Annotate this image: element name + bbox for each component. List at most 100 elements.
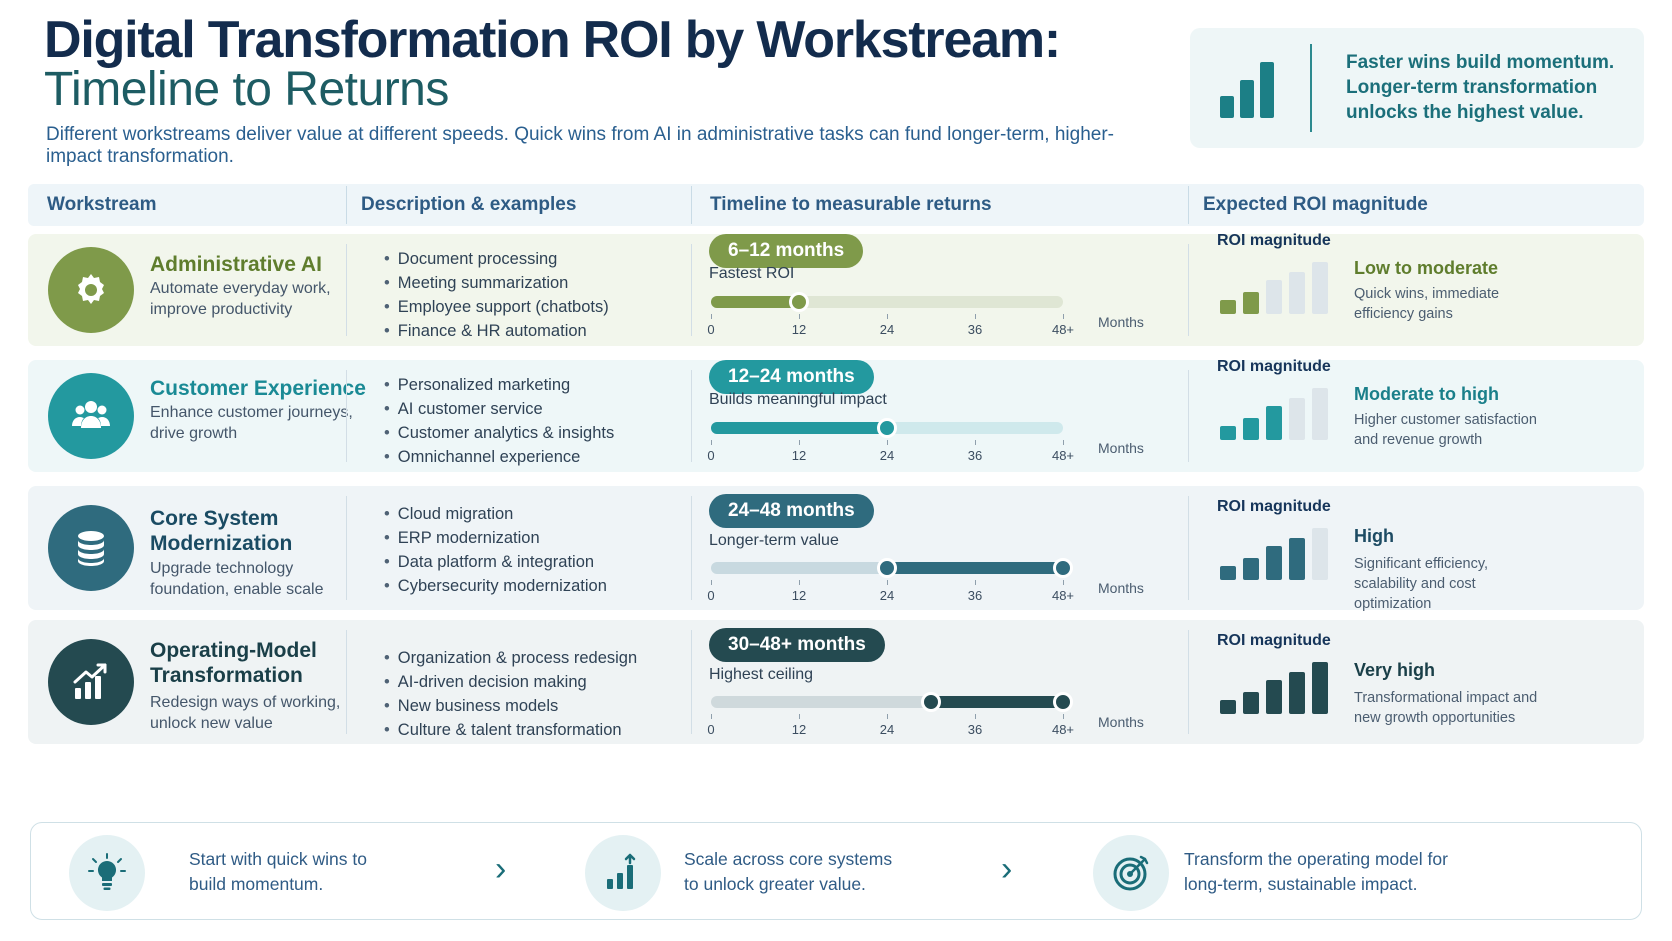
axis-tick-label: 0 (707, 448, 715, 463)
axis-tick-label: 24 (879, 588, 895, 603)
timeline-label: Longer-term value (709, 532, 839, 549)
example-item: Data platform & integration (384, 550, 607, 574)
rising-bars-icon (585, 835, 661, 911)
timeline-axis: 0 12 24 36 48+ (707, 314, 1074, 338)
example-item: AI-driven decision making (384, 670, 637, 694)
roi-level-bar (1243, 558, 1259, 580)
column-header-timeline: Timeline to measurable returns (710, 194, 992, 215)
workstream-row: Administrative AI Automate everyday work,… (28, 232, 1644, 346)
axis-tick-label: 36 (967, 448, 983, 463)
axis-tick-label: 12 (791, 322, 807, 337)
roi-magnitude-value: High (1354, 526, 1394, 546)
key-insight-callout: Faster wins build momentum. Longer-term … (1190, 28, 1644, 148)
axis-tick-label: 36 (967, 322, 983, 337)
target-icon (1093, 835, 1169, 911)
roi-level-bar (1243, 418, 1259, 440)
timeline-range-fill (931, 696, 1063, 708)
roi-level-bar (1243, 692, 1259, 714)
footer-step-text: Start with quick wins to build momentum. (189, 849, 367, 894)
column-divider (346, 370, 347, 462)
timeline-track (711, 292, 1063, 312)
axis-tick (975, 580, 976, 585)
callout-text: Faster wins build momentum. Longer-term … (1346, 52, 1615, 123)
page-title: Digital Transformation ROI by Workstream… (44, 11, 1061, 69)
axis-tick (711, 440, 712, 445)
roi-level-bar (1289, 398, 1305, 440)
axis-tick-label: 48+ (1051, 448, 1075, 463)
workstream-row: Customer Experience Enhance customer jour… (28, 358, 1644, 472)
axis-unit-label: Months (1098, 580, 1144, 596)
timeline-badge: 30–48+ months (709, 628, 885, 662)
axis-tick-label: 0 (707, 722, 715, 737)
column-divider (346, 244, 347, 336)
example-item: Customer analytics & insights (384, 421, 614, 445)
roi-level-bar (1312, 388, 1328, 440)
workstream-name: Administrative AI (150, 253, 322, 276)
column-divider (691, 630, 692, 734)
column-divider (691, 496, 692, 600)
footer-step-text: Scale across core systems to unlock grea… (684, 849, 893, 894)
roi-level-bar (1312, 662, 1328, 714)
roi-level-bar (1289, 272, 1305, 314)
axis-tick-label: 36 (967, 588, 983, 603)
axis-tick (711, 714, 712, 719)
timeline-marker (1053, 558, 1073, 578)
roi-level-bars (1220, 382, 1330, 440)
workstream-description: Automate everyday work, improve producti… (150, 280, 331, 318)
examples-list: Document processingMeeting summarization… (384, 247, 609, 343)
roi-level-bar (1289, 538, 1305, 580)
timeline-label: Builds meaningful impact (709, 391, 887, 408)
example-item: Document processing (384, 247, 609, 271)
bar-chart-icon (1220, 58, 1278, 118)
roi-magnitude-value: Moderate to high (1354, 384, 1499, 404)
example-item: Personalized marketing (384, 373, 614, 397)
axis-tick-label: 24 (879, 322, 895, 337)
examples-list: Cloud migrationERP modernizationData pla… (384, 502, 607, 598)
timeline-range-fill (711, 296, 799, 308)
workstream-row: Operating-Model Transformation Redesign w… (28, 620, 1644, 744)
roi-level-bar (1312, 528, 1328, 580)
examples-list: Personalized marketingAI customer servic… (384, 373, 614, 469)
roi-magnitude-description: Higher customer satisfaction and revenue… (1354, 412, 1537, 448)
roi-level-bar (1312, 262, 1328, 314)
roi-magnitude-value: Low to moderate (1354, 258, 1499, 278)
column-divider (1188, 370, 1189, 462)
footer-step-text: Transform the operating model for long-t… (1184, 849, 1448, 894)
axis-tick-label: 48+ (1051, 322, 1075, 337)
roi-magnitude-label: ROI magnitude (1217, 632, 1331, 649)
axis-tick (887, 580, 888, 585)
axis-tick-label: 12 (791, 722, 807, 737)
timeline-axis: 0 12 24 36 48+ (707, 580, 1074, 604)
timeline-track (711, 558, 1073, 578)
axis-tick (711, 580, 712, 585)
column-divider (691, 186, 692, 224)
axis-tick (1063, 580, 1064, 585)
axis-tick (799, 314, 800, 319)
roi-level-bars (1220, 256, 1330, 314)
roi-level-bars (1220, 656, 1330, 714)
chevron-right-icon: › (495, 850, 507, 888)
timeline-marker (1053, 692, 1073, 712)
axis-tick-label: 36 (967, 722, 983, 737)
axis-tick-label: 12 (791, 448, 807, 463)
example-item: Organization & process redesign (384, 646, 637, 670)
roi-level-bar (1266, 680, 1282, 714)
example-item: Omnichannel experience (384, 445, 614, 469)
roi-level-bar (1289, 672, 1305, 714)
workstream-row: Core System Modernization Upgrade technol… (28, 486, 1644, 612)
workstream-description: Redesign ways of working, unlock new val… (150, 694, 341, 732)
timeline-track (711, 692, 1073, 712)
timeline-badge: 24–48 months (709, 494, 874, 528)
column-header-description: Description & examples (361, 194, 577, 215)
example-item: New business models (384, 694, 637, 718)
column-divider (1188, 244, 1189, 336)
column-divider (1188, 630, 1189, 734)
roi-magnitude-description: Transformational impact and new growth o… (1354, 690, 1538, 726)
axis-tick (1063, 314, 1064, 319)
axis-tick (887, 714, 888, 719)
roi-magnitude-label: ROI magnitude (1217, 498, 1331, 515)
workstream-name: Operating-Model Transformation (150, 639, 317, 687)
axis-tick-label: 0 (707, 588, 715, 603)
column-divider (346, 630, 347, 734)
roi-level-bars (1220, 522, 1330, 580)
